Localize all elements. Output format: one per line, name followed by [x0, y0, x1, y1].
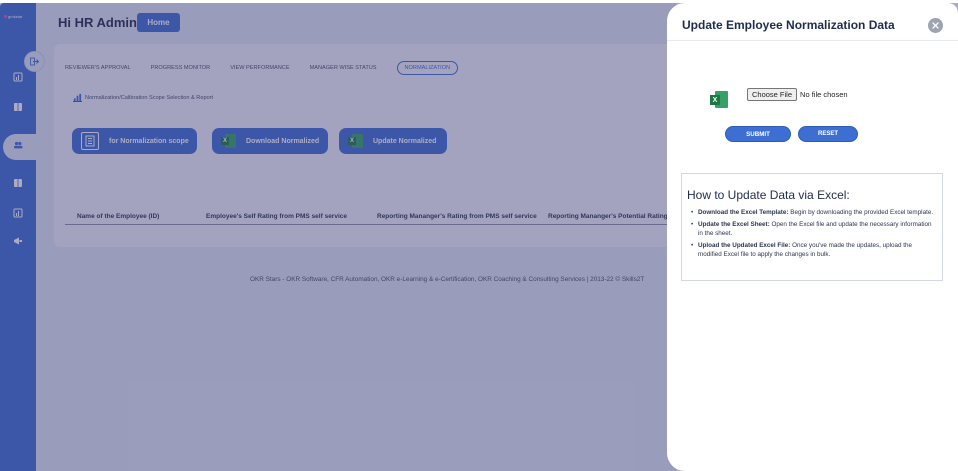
close-icon: [932, 22, 939, 29]
column-header: Employee's Self Rating from PMS self ser…: [206, 213, 347, 220]
submit-button[interactable]: SUBMIT: [725, 126, 791, 142]
book-icon[interactable]: [13, 102, 23, 112]
instructions-list: Download the Excel Template: Begin by do…: [688, 208, 934, 262]
tab-bar: REVIEWER'S APPROVAL PROGRESS MONITOR VIE…: [65, 61, 478, 75]
normalization-card: REVIEWER'S APPROVAL PROGRESS MONITOR VIE…: [54, 44, 680, 247]
update-normalized-label: Update Normalized: [373, 137, 437, 145]
table-header: Name of the Employee (ID) Employee's Sel…: [65, 201, 680, 225]
scope-title: Normalization/Calibration Scope Selectio…: [85, 94, 214, 101]
tab-normalization[interactable]: NORMALIZATION: [396, 61, 459, 75]
panel-divider: [667, 40, 958, 41]
brand-logo[interactable]: grokstar: [4, 14, 32, 22]
chart-icon: [73, 93, 82, 102]
app-screen: grokstar Hi HR Admin Home REVIEWER'S APP…: [0, 0, 958, 471]
megaphone-icon[interactable]: [13, 236, 23, 246]
instruction-title: Update the Excel Sheet:: [698, 221, 770, 228]
instruction-item: Upload the Updated Excel File: Once you'…: [688, 241, 934, 259]
home-button[interactable]: Home: [137, 13, 180, 32]
choose-file-button[interactable]: Choose File: [747, 88, 798, 101]
file-input[interactable]: Choose File No file chosen: [747, 88, 848, 101]
brand-logo-text: grokstar: [8, 14, 23, 19]
scope-heading: Normalization/Calibration Scope Selectio…: [73, 93, 213, 102]
normalization-scope-button[interactable]: for Normalization scope: [72, 128, 197, 154]
download-normalized-button[interactable]: X Download Normalized: [212, 128, 328, 154]
tab-manager-wise-status[interactable]: MANAGER WISE STATUS: [310, 65, 377, 71]
tab-view-performance[interactable]: VIEW PERFORMANCE: [230, 65, 289, 71]
tab-reviewers-approval[interactable]: REVIEWER'S APPROVAL: [65, 65, 131, 71]
excel-icon: X: [710, 91, 728, 108]
panel-title: Update Employee Normalization Data: [682, 18, 895, 32]
normalization-scope-label: for Normalization scope: [109, 137, 189, 145]
instructions-box: How to Update Data via Excel: Download t…: [681, 173, 943, 281]
update-normalization-panel: Update Employee Normalization Data X Cho…: [667, 3, 958, 471]
instruction-text: Begin by downloading the provided Excel …: [790, 209, 934, 216]
instruction-title: Upload the Updated Excel File:: [698, 242, 791, 249]
excel-icon: X: [348, 134, 363, 148]
column-header: Reporting Mananger's Rating from PMS sel…: [377, 213, 537, 220]
collapse-sidebar-button[interactable]: [24, 51, 45, 72]
instruction-item: Update the Excel Sheet: Open the Excel f…: [688, 220, 934, 238]
main-content: Hi HR Admin Home REVIEWER'S APPROVAL PRO…: [36, 3, 680, 471]
instruction-title: Download the Excel Template:: [698, 209, 789, 216]
top-strip: [0, 0, 958, 3]
reset-button[interactable]: RESET: [798, 126, 858, 142]
logout-icon: [30, 57, 39, 66]
sidebar: grokstar: [0, 3, 41, 471]
page-greeting: Hi HR Admin: [58, 15, 137, 30]
dashboard-icon[interactable]: [13, 72, 23, 82]
excel-icon: X: [221, 134, 236, 148]
close-button[interactable]: [928, 18, 943, 33]
column-header: Name of the Employee (ID): [77, 213, 160, 220]
column-header: Reporting Mananger's Potential Rating Gr…: [548, 213, 678, 220]
tab-progress-monitor[interactable]: PROGRESS MONITOR: [151, 65, 211, 71]
download-normalized-label: Download Normalized: [246, 137, 320, 145]
instructions-title: How to Update Data via Excel:: [687, 188, 850, 202]
report-icon[interactable]: [13, 208, 23, 218]
footer-text: OKR Stars - OKR Software, CFR Automation…: [250, 276, 645, 283]
file-status: No file chosen: [800, 90, 848, 99]
book-icon[interactable]: [13, 178, 23, 188]
update-normalized-button[interactable]: X Update Normalized: [339, 128, 447, 154]
document-icon: [81, 132, 99, 150]
instruction-item: Download the Excel Template: Begin by do…: [688, 208, 934, 217]
users-icon[interactable]: [13, 140, 23, 150]
